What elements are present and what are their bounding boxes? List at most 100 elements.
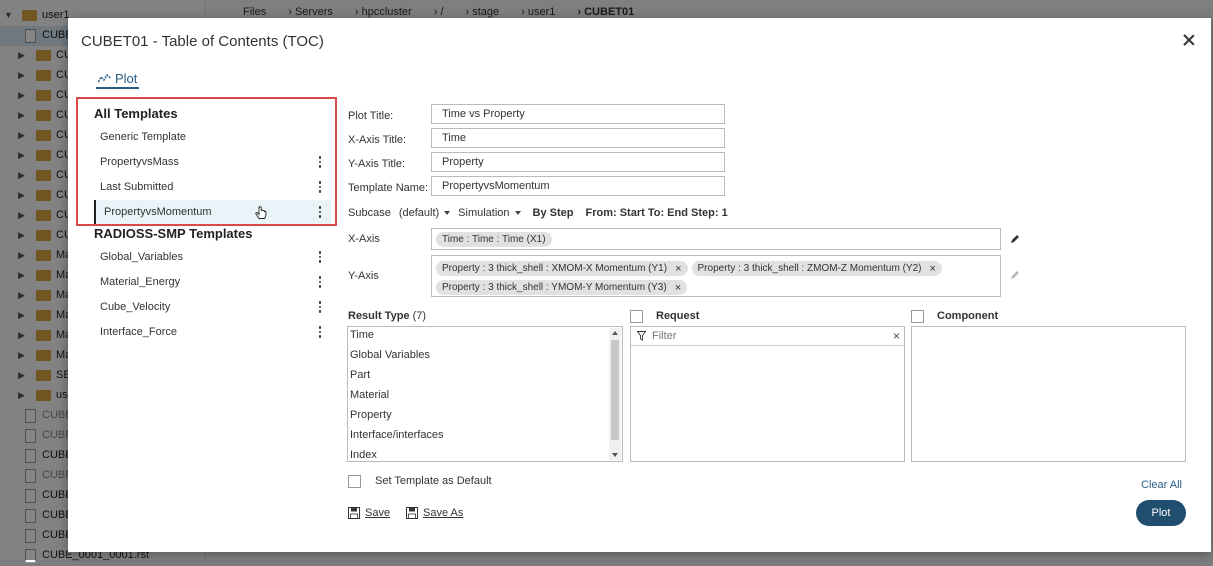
template-item-last-submitted[interactable]: Last Submitted (90, 175, 331, 199)
request-filter-input[interactable] (650, 329, 904, 343)
result-type-scrollbar[interactable] (609, 328, 621, 460)
edit-x-axis-icon[interactable] (1010, 234, 1020, 244)
remove-chip-icon[interactable]: × (929, 263, 935, 275)
result-type-list[interactable]: Time Global Variables Part Material Prop… (347, 326, 623, 462)
y-axis-chip[interactable]: Property : 3 thick_shell : ZMOM-Z Moment… (691, 261, 942, 276)
kebab-menu-icon[interactable] (317, 326, 323, 338)
plot-title-input[interactable]: Time vs Property (431, 104, 725, 124)
template-item-interface-force[interactable]: Interface_Force (90, 320, 331, 344)
result-type-title: Result Type (348, 310, 410, 322)
edit-y-axis-icon[interactable] (1010, 270, 1020, 280)
list-item[interactable]: Interface/interfaces (350, 425, 444, 445)
template-label: Cube_Velocity (100, 301, 171, 313)
list-item[interactable]: Material (350, 385, 389, 405)
y-axis-chip[interactable]: Property : 3 thick_shell : XMOM-X Moment… (436, 261, 688, 276)
request-filter-bar (631, 327, 904, 346)
list-item[interactable]: Global Variables (350, 345, 430, 365)
toc-dialog: CUBET01 - Table of Contents (TOC) Plot A… (68, 18, 1211, 552)
filter-icon (637, 331, 646, 341)
dialog-title: CUBET01 - Table of Contents (TOC) (81, 33, 324, 50)
kebab-menu-icon[interactable] (317, 181, 323, 193)
simulation-value: Simulation (458, 207, 510, 219)
list-item[interactable]: Index (350, 445, 377, 461)
template-label: Interface_Force (100, 326, 178, 338)
y-axis-drop-zone[interactable]: Property : 3 thick_shell : XMOM-X Moment… (431, 255, 1001, 297)
set-default-label: Set Template as Default (375, 475, 492, 487)
by-step-toggle[interactable]: By Step (533, 207, 574, 219)
chip-label: Property : 3 thick_shell : YMOM-Y Moment… (442, 282, 667, 293)
hand-cursor-icon (255, 206, 267, 219)
template-label: Last Submitted (100, 181, 174, 193)
subcase-dropdown[interactable]: (default) (399, 207, 451, 219)
chip-label: Property : 3 thick_shell : ZMOM-Z Moment… (697, 263, 922, 274)
template-name-input[interactable]: PropertyvsMomentum (431, 176, 725, 196)
template-name-label: Template Name: (348, 182, 429, 194)
close-icon[interactable] (1181, 32, 1197, 48)
template-item-generic[interactable]: Generic Template (90, 125, 331, 149)
clear-all-button[interactable]: Clear All (1141, 479, 1182, 491)
save-label: Save (365, 507, 391, 519)
caret-down-icon (444, 211, 451, 215)
save-as-icon (406, 507, 418, 519)
scroll-up-icon[interactable] (612, 331, 618, 335)
chip-label: Property : 3 thick_shell : XMOM-X Moment… (442, 263, 668, 274)
template-item-propertyvsmass[interactable]: PropertyvsMass (90, 150, 331, 174)
list-item[interactable]: Part (350, 365, 370, 385)
kebab-menu-icon[interactable] (317, 276, 323, 288)
template-label: PropertyvsMass (100, 156, 179, 168)
simulation-dropdown[interactable]: Simulation (458, 207, 521, 219)
subcase-label: Subcase (348, 207, 391, 219)
request-checkbox[interactable] (630, 310, 643, 323)
save-as-label: Save As (423, 507, 464, 519)
subcase-row: Subcase (default) Simulation By Step Fro… (348, 207, 728, 219)
template-label: PropertyvsMomentum (104, 206, 212, 218)
kebab-menu-icon[interactable] (317, 206, 323, 218)
remove-chip-icon[interactable]: × (675, 263, 681, 275)
plot-button[interactable]: Plot (1136, 500, 1186, 526)
line-plot-icon (98, 73, 111, 82)
template-item-cube-velocity[interactable]: Cube_Velocity (90, 295, 331, 319)
clear-filter-icon[interactable]: × (893, 329, 900, 343)
y-axis-title-label: Y-Axis Title: (348, 158, 406, 170)
tab-plot[interactable]: Plot (96, 69, 140, 89)
plot-title-label: Plot Title: (348, 110, 394, 122)
save-as-button[interactable]: Save As (406, 507, 463, 519)
x-axis-drop-zone[interactable]: Time : Time : Time (X1) (431, 228, 1001, 250)
chip-label: Time : Time : Time (X1) (442, 234, 546, 245)
list-item[interactable]: Property (350, 405, 392, 425)
scroll-thumb[interactable] (611, 340, 619, 440)
request-heading: Request (656, 310, 700, 322)
y-axis-title-input[interactable]: Property (431, 152, 725, 172)
scroll-down-icon[interactable] (612, 453, 618, 457)
set-default-checkbox[interactable] (348, 475, 361, 488)
kebab-menu-icon[interactable] (317, 251, 323, 263)
caret-down-icon (514, 211, 521, 215)
remove-chip-icon[interactable]: × (675, 282, 681, 294)
all-templates-heading: All Templates (94, 106, 178, 121)
kebab-menu-icon[interactable] (317, 156, 323, 168)
result-type-heading: Result Type (7) (348, 310, 426, 322)
y-axis-label: Y-Axis (348, 270, 379, 282)
tab-plot-label: Plot (115, 70, 138, 86)
component-list[interactable] (911, 326, 1186, 462)
template-item-global-variables[interactable]: Global_Variables (90, 245, 331, 269)
save-button[interactable]: Save (348, 507, 390, 519)
y-axis-chip[interactable]: Property : 3 thick_shell : YMOM-Y Moment… (436, 280, 688, 295)
component-checkbox[interactable] (911, 310, 924, 323)
result-type-count: (7) (412, 310, 427, 322)
template-item-propertyvsmomentum[interactable]: PropertyvsMomentum (94, 200, 331, 224)
radioss-templates-heading: RADIOSS-SMP Templates (94, 226, 253, 241)
template-label: Generic Template (100, 131, 187, 143)
save-icon (348, 507, 360, 519)
x-axis-chip[interactable]: Time : Time : Time (X1) (436, 232, 552, 247)
kebab-menu-icon[interactable] (317, 301, 323, 313)
template-label: Material_Energy (100, 276, 181, 288)
step-range[interactable]: From: Start To: End Step: 1 (586, 207, 728, 219)
component-heading: Component (937, 310, 999, 322)
list-item[interactable]: Time (350, 325, 374, 345)
request-list[interactable]: × (630, 326, 905, 462)
x-axis-title-label: X-Axis Title: (348, 134, 407, 146)
template-item-material-energy[interactable]: Material_Energy (90, 270, 331, 294)
x-axis-label: X-Axis (348, 233, 380, 245)
x-axis-title-input[interactable]: Time (431, 128, 725, 148)
